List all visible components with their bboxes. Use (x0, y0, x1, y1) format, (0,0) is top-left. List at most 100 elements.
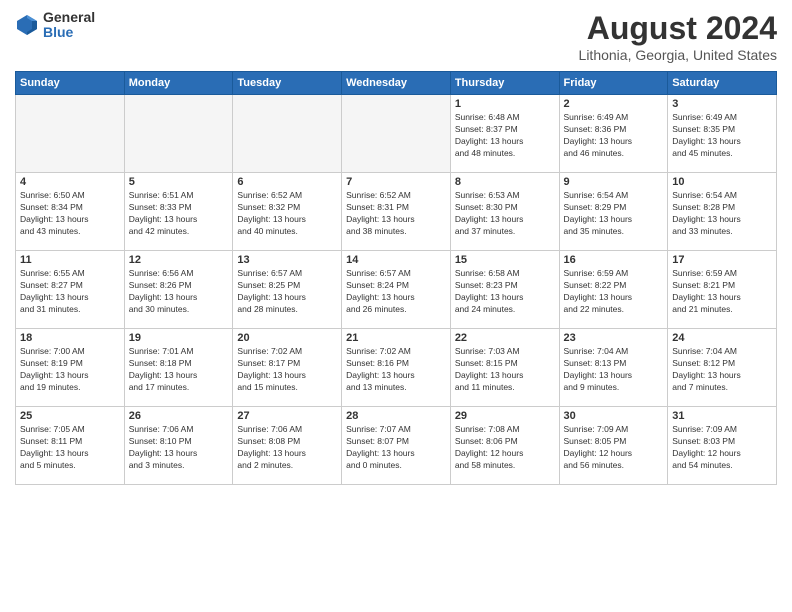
calendar-cell: 5 Sunrise: 6:51 AM Sunset: 8:33 PM Daylig… (124, 173, 233, 251)
week-row-2: 4 Sunrise: 6:50 AM Sunset: 8:34 PM Daylig… (16, 173, 777, 251)
calendar-cell: 22Sunrise: 7:03 AM Sunset: 8:15 PM Dayli… (450, 329, 559, 407)
calendar-cell: 16 Sunrise: 6:59 AM Sunset: 8:22 PM Dayli… (559, 251, 668, 329)
calendar-cell: 26 Sunrise: 7:06 AM Sunset: 8:10 PM Dayli… (124, 407, 233, 485)
calendar-cell: 31 Sunrise: 7:09 AM Sunset: 8:03 PM Dayli… (668, 407, 777, 485)
day-number: 11 (20, 254, 120, 266)
week-row-5: 25Sunrise: 7:05 AM Sunset: 8:11 PM Dayli… (16, 407, 777, 485)
day-info: Sunrise: 7:07 AM Sunset: 8:07 PM Dayligh… (346, 424, 446, 472)
week-row-3: 11 Sunrise: 6:55 AM Sunset: 8:27 PM Dayli… (16, 251, 777, 329)
calendar-cell (342, 95, 451, 173)
day-number: 3 (672, 98, 772, 110)
day-number: 24 (672, 332, 772, 344)
calendar-cell: 4 Sunrise: 6:50 AM Sunset: 8:34 PM Daylig… (16, 173, 125, 251)
day-info: Sunrise: 7:09 AM Sunset: 8:05 PM Dayligh… (564, 424, 664, 472)
day-number: 13 (237, 254, 337, 266)
day-number: 20 (237, 332, 337, 344)
main-title: August 2024 (579, 10, 777, 47)
day-info: Sunrise: 7:06 AM Sunset: 8:10 PM Dayligh… (129, 424, 229, 472)
calendar-cell: 7Sunrise: 6:52 AM Sunset: 8:31 PM Daylig… (342, 173, 451, 251)
day-number: 1 (455, 98, 555, 110)
day-info: Sunrise: 6:49 AM Sunset: 8:35 PM Dayligh… (672, 112, 772, 160)
day-info: Sunrise: 6:54 AM Sunset: 8:29 PM Dayligh… (564, 190, 664, 238)
calendar-cell: 18Sunrise: 7:00 AM Sunset: 8:19 PM Dayli… (16, 329, 125, 407)
day-number: 31 (672, 410, 772, 422)
calendar-body: 1 Sunrise: 6:48 AM Sunset: 8:37 PM Daylig… (16, 95, 777, 485)
day-number: 25 (20, 410, 120, 422)
day-info: Sunrise: 7:06 AM Sunset: 8:08 PM Dayligh… (237, 424, 337, 472)
calendar-cell: 30 Sunrise: 7:09 AM Sunset: 8:05 PM Dayli… (559, 407, 668, 485)
header-cell-wednesday: Wednesday (342, 72, 451, 95)
calendar-cell: 14 Sunrise: 6:57 AM Sunset: 8:24 PM Dayli… (342, 251, 451, 329)
header-cell-tuesday: Tuesday (233, 72, 342, 95)
calendar-cell: 2 Sunrise: 6:49 AM Sunset: 8:36 PM Daylig… (559, 95, 668, 173)
calendar-cell: 17 Sunrise: 6:59 AM Sunset: 8:21 PM Dayli… (668, 251, 777, 329)
day-info: Sunrise: 7:02 AM Sunset: 8:17 PM Dayligh… (237, 346, 337, 394)
calendar-cell: 25Sunrise: 7:05 AM Sunset: 8:11 PM Dayli… (16, 407, 125, 485)
calendar-cell (16, 95, 125, 173)
day-number: 2 (564, 98, 664, 110)
calendar-cell: 29Sunrise: 7:08 AM Sunset: 8:06 PM Dayli… (450, 407, 559, 485)
day-info: Sunrise: 7:09 AM Sunset: 8:03 PM Dayligh… (672, 424, 772, 472)
day-number: 22 (455, 332, 555, 344)
day-number: 26 (129, 410, 229, 422)
day-info: Sunrise: 6:56 AM Sunset: 8:26 PM Dayligh… (129, 268, 229, 316)
day-info: Sunrise: 6:48 AM Sunset: 8:37 PM Dayligh… (455, 112, 555, 160)
day-number: 27 (237, 410, 337, 422)
calendar-cell: 12 Sunrise: 6:56 AM Sunset: 8:26 PM Dayli… (124, 251, 233, 329)
header: General Blue August 2024 Lithonia, Georg… (15, 10, 777, 63)
day-info: Sunrise: 6:53 AM Sunset: 8:30 PM Dayligh… (455, 190, 555, 238)
day-number: 18 (20, 332, 120, 344)
header-row: SundayMondayTuesdayWednesdayThursdayFrid… (16, 72, 777, 95)
day-info: Sunrise: 6:50 AM Sunset: 8:34 PM Dayligh… (20, 190, 120, 238)
calendar-cell: 21Sunrise: 7:02 AM Sunset: 8:16 PM Dayli… (342, 329, 451, 407)
logo-general-text: General (43, 10, 95, 25)
day-number: 14 (346, 254, 446, 266)
day-info: Sunrise: 6:49 AM Sunset: 8:36 PM Dayligh… (564, 112, 664, 160)
day-number: 30 (564, 410, 664, 422)
calendar-cell: 3 Sunrise: 6:49 AM Sunset: 8:35 PM Daylig… (668, 95, 777, 173)
day-number: 28 (346, 410, 446, 422)
calendar-cell: 8 Sunrise: 6:53 AM Sunset: 8:30 PM Daylig… (450, 173, 559, 251)
calendar-cell: 15Sunrise: 6:58 AM Sunset: 8:23 PM Dayli… (450, 251, 559, 329)
day-number: 15 (455, 254, 555, 266)
calendar-cell (124, 95, 233, 173)
day-info: Sunrise: 6:54 AM Sunset: 8:28 PM Dayligh… (672, 190, 772, 238)
day-number: 17 (672, 254, 772, 266)
day-number: 6 (237, 176, 337, 188)
header-cell-thursday: Thursday (450, 72, 559, 95)
day-number: 23 (564, 332, 664, 344)
header-cell-friday: Friday (559, 72, 668, 95)
calendar-cell: 1 Sunrise: 6:48 AM Sunset: 8:37 PM Daylig… (450, 95, 559, 173)
calendar-cell: 9 Sunrise: 6:54 AM Sunset: 8:29 PM Daylig… (559, 173, 668, 251)
calendar-cell: 10 Sunrise: 6:54 AM Sunset: 8:28 PM Dayli… (668, 173, 777, 251)
day-info: Sunrise: 6:55 AM Sunset: 8:27 PM Dayligh… (20, 268, 120, 316)
calendar-table: SundayMondayTuesdayWednesdayThursdayFrid… (15, 71, 777, 485)
day-number: 9 (564, 176, 664, 188)
day-info: Sunrise: 6:59 AM Sunset: 8:22 PM Dayligh… (564, 268, 664, 316)
header-cell-saturday: Saturday (668, 72, 777, 95)
day-number: 16 (564, 254, 664, 266)
calendar-cell: 19Sunrise: 7:01 AM Sunset: 8:18 PM Dayli… (124, 329, 233, 407)
day-info: Sunrise: 7:04 AM Sunset: 8:12 PM Dayligh… (672, 346, 772, 394)
day-number: 8 (455, 176, 555, 188)
day-number: 7 (346, 176, 446, 188)
day-number: 12 (129, 254, 229, 266)
week-row-1: 1 Sunrise: 6:48 AM Sunset: 8:37 PM Daylig… (16, 95, 777, 173)
day-info: Sunrise: 6:59 AM Sunset: 8:21 PM Dayligh… (672, 268, 772, 316)
calendar-cell: 24 Sunrise: 7:04 AM Sunset: 8:12 PM Dayli… (668, 329, 777, 407)
day-number: 10 (672, 176, 772, 188)
calendar-cell: 28 Sunrise: 7:07 AM Sunset: 8:07 PM Dayli… (342, 407, 451, 485)
day-number: 21 (346, 332, 446, 344)
logo-blue-text: Blue (43, 25, 95, 40)
day-info: Sunrise: 6:52 AM Sunset: 8:32 PM Dayligh… (237, 190, 337, 238)
day-number: 4 (20, 176, 120, 188)
day-info: Sunrise: 6:57 AM Sunset: 8:24 PM Dayligh… (346, 268, 446, 316)
day-info: Sunrise: 7:04 AM Sunset: 8:13 PM Dayligh… (564, 346, 664, 394)
day-info: Sunrise: 6:57 AM Sunset: 8:25 PM Dayligh… (237, 268, 337, 316)
week-row-4: 18Sunrise: 7:00 AM Sunset: 8:19 PM Dayli… (16, 329, 777, 407)
calendar-cell: 27 Sunrise: 7:06 AM Sunset: 8:08 PM Dayli… (233, 407, 342, 485)
day-info: Sunrise: 6:51 AM Sunset: 8:33 PM Dayligh… (129, 190, 229, 238)
calendar-cell: 13 Sunrise: 6:57 AM Sunset: 8:25 PM Dayli… (233, 251, 342, 329)
day-number: 5 (129, 176, 229, 188)
logo-text: General Blue (43, 10, 95, 41)
